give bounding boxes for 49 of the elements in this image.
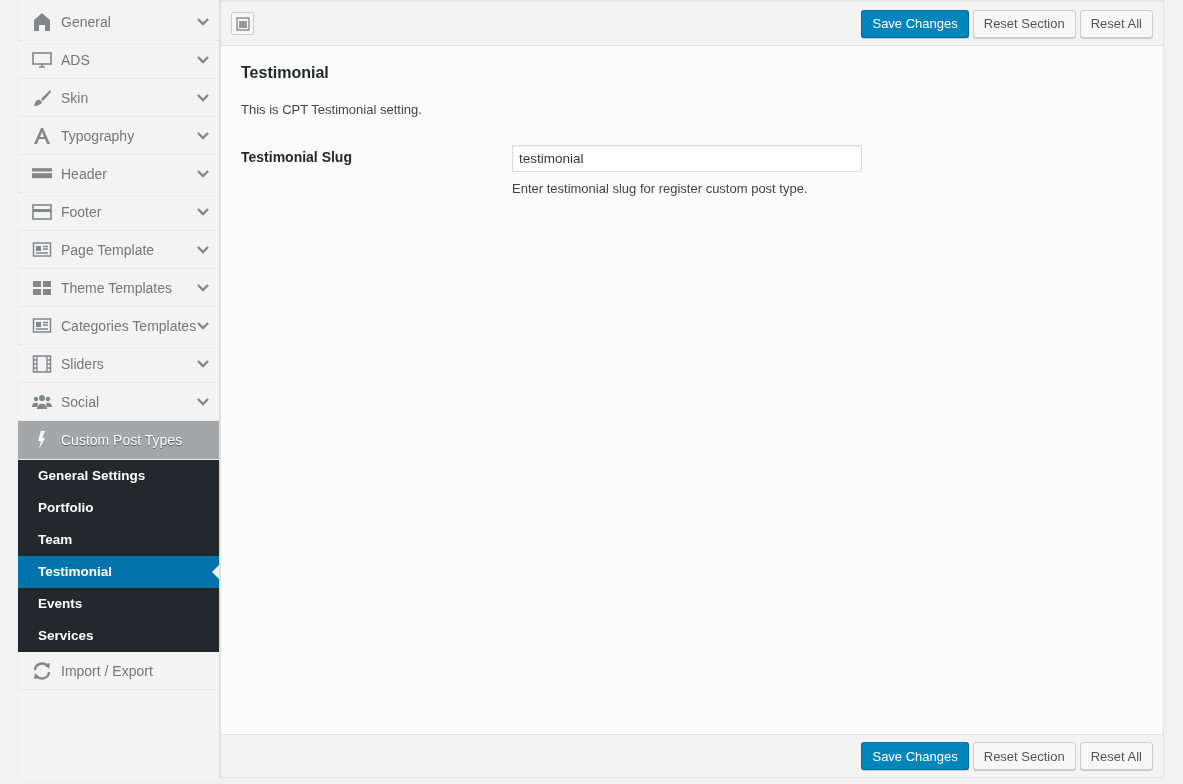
sidebar-item[interactable]: Header: [18, 155, 219, 193]
field-label: Testimonial Slug: [241, 148, 353, 167]
refresh-icon: [32, 660, 52, 681]
slug-field[interactable]: testimonial: [512, 145, 862, 172]
newspaper-icon: [32, 315, 52, 336]
monitor-icon: [32, 49, 52, 70]
reset-button[interactable]: Reset Section: [972, 742, 1076, 770]
sidebar-item[interactable]: General: [18, 3, 219, 41]
submenu-item[interactable]: Team: [18, 524, 219, 556]
submenu-item[interactable]: Services: [18, 620, 219, 652]
chevron-down-icon: [197, 131, 209, 140]
chevron-down-icon: [197, 245, 209, 254]
sidebar-item[interactable]: Theme Templates: [18, 269, 219, 307]
submenu-item[interactable]: Testimonial: [18, 556, 219, 588]
chevron-down-icon: [197, 93, 209, 102]
submenu-item[interactable]: Events: [18, 588, 219, 620]
sidebar-item[interactable]: Typography: [18, 117, 219, 155]
chevron-down-icon: [197, 207, 209, 216]
chevron-down-icon: [197, 321, 209, 330]
sidebar-item[interactable]: Page Template: [18, 231, 219, 269]
sidebar-item[interactable]: Custom Post Types: [18, 421, 219, 460]
sidebar-item[interactable]: ADS: [18, 41, 219, 79]
section-title: Testimonial: [241, 64, 330, 82]
submenu-item[interactable]: Portfolio: [18, 492, 219, 524]
chevron-down-icon: [197, 283, 209, 292]
layout-toggle-button[interactable]: [231, 12, 254, 35]
sidebar-item[interactable]: Categories Templates: [18, 307, 219, 345]
newspaper-icon: [32, 239, 52, 260]
sidebar-item[interactable]: Footer: [18, 193, 219, 231]
sidebar-item[interactable]: Skin: [18, 79, 219, 117]
reset-button[interactable]: Reset Section: [972, 9, 1076, 38]
chevron-down-icon: [197, 397, 209, 406]
reset-button[interactable]: Reset All: [1079, 9, 1153, 38]
chevron-down-icon: [197, 169, 209, 178]
footer-layout-icon: [32, 201, 52, 222]
submenu-item[interactable]: General Settings: [18, 460, 219, 492]
field-help-text: Enter testimonial slug for register custom post type.: [512, 181, 809, 196]
reset-button[interactable]: Reset All: [1079, 742, 1153, 770]
house-icon: [32, 11, 52, 32]
film-icon: [32, 353, 52, 374]
sidebar-item[interactable]: Sliders: [18, 345, 219, 383]
sidebar-item[interactable]: Import / Export: [18, 652, 219, 690]
chevron-down-icon: [197, 359, 209, 368]
letter-a-icon: [32, 125, 52, 146]
save-button[interactable]: Save Changes: [861, 9, 969, 38]
save-button[interactable]: Save Changes: [861, 742, 969, 770]
section-description: This is CPT Testimonial setting.: [241, 102, 423, 117]
chevron-down-icon: [197, 17, 209, 26]
chevron-down-icon: [197, 55, 209, 64]
